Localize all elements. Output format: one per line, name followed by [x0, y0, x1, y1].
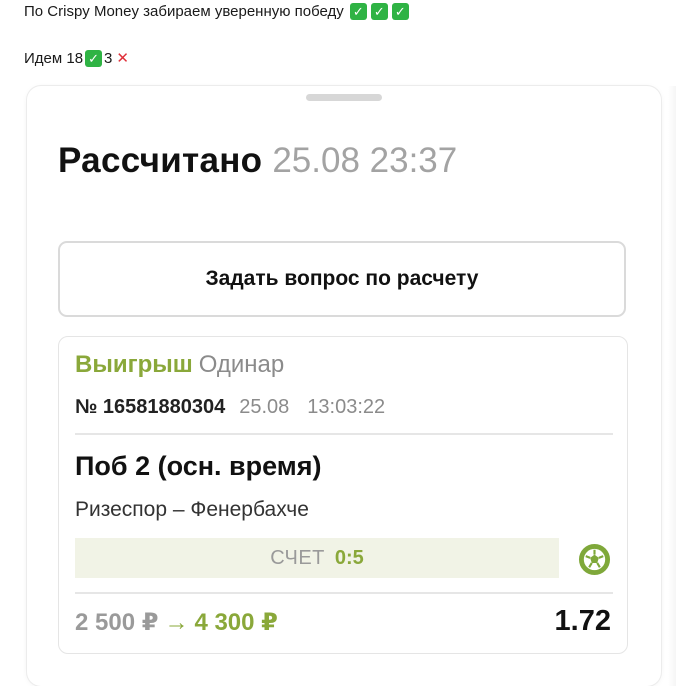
- sheet-title: Рассчитано 25.08 23:37: [58, 141, 457, 181]
- check-mark-icon: ✓: [391, 3, 409, 20]
- check-mark-icon: ✓: [85, 49, 103, 67]
- bet-type: Одинар: [198, 351, 285, 378]
- bet-meta: № 16581880304 25.08 13:03:22: [75, 396, 385, 419]
- bet-number: № 16581880304: [75, 396, 226, 418]
- bet-market: Поб 2 (осн. время): [75, 451, 322, 481]
- stake-to-payout: 2 500 ₽ → 4 300 ₽: [75, 608, 278, 637]
- bet-time: 13:03:22: [307, 396, 386, 418]
- arrow-right-icon: →: [164, 609, 189, 636]
- bet-details-sheet: Рассчитано 25.08 23:37 Задать вопрос по р…: [27, 86, 661, 686]
- score-label: СЧЕТ: [270, 546, 325, 569]
- soccer-ball-icon: [578, 543, 611, 576]
- match-teams: Ризеспор – Фенербахче: [75, 498, 309, 521]
- bet-status: Выигрыш Одинар: [75, 351, 284, 379]
- sheet-drag-handle[interactable]: [306, 94, 382, 101]
- check-mark-icon: ✓: [349, 3, 367, 20]
- ask-question-button[interactable]: Задать вопрос по расчету: [58, 241, 626, 317]
- losses-count: 3: [104, 49, 113, 67]
- cross-mark-icon: ✕: [116, 50, 129, 67]
- settled-title: Рассчитано: [58, 141, 263, 180]
- message-line-2: Идем 18 ✓ 3 ✕: [24, 49, 129, 67]
- message-text: По Crispy Money забираем уверенную побед…: [24, 3, 344, 20]
- payout-amount: 4 300 ₽: [194, 609, 278, 636]
- wins-count: Идем 18: [24, 49, 84, 67]
- score-value: 0:5: [334, 546, 364, 569]
- win-label: Выигрыш: [75, 351, 193, 378]
- odds-value: 1.72: [554, 605, 611, 637]
- score-bar: СЧЕТ 0:5: [75, 538, 559, 578]
- divider: [75, 592, 613, 594]
- message-line-1: По Crispy Money забираем уверенную побед…: [24, 3, 409, 20]
- stake-amount: 2 500 ₽: [75, 609, 159, 636]
- sheet-edge-shadow: [668, 86, 676, 686]
- settled-date: 25.08 23:37: [272, 141, 458, 180]
- divider: [75, 433, 613, 435]
- bet-card: Выигрыш Одинар № 16581880304 25.08 13:03:22…: [58, 336, 628, 654]
- check-mark-icon: ✓: [370, 3, 388, 20]
- bet-date: 25.08: [239, 396, 290, 418]
